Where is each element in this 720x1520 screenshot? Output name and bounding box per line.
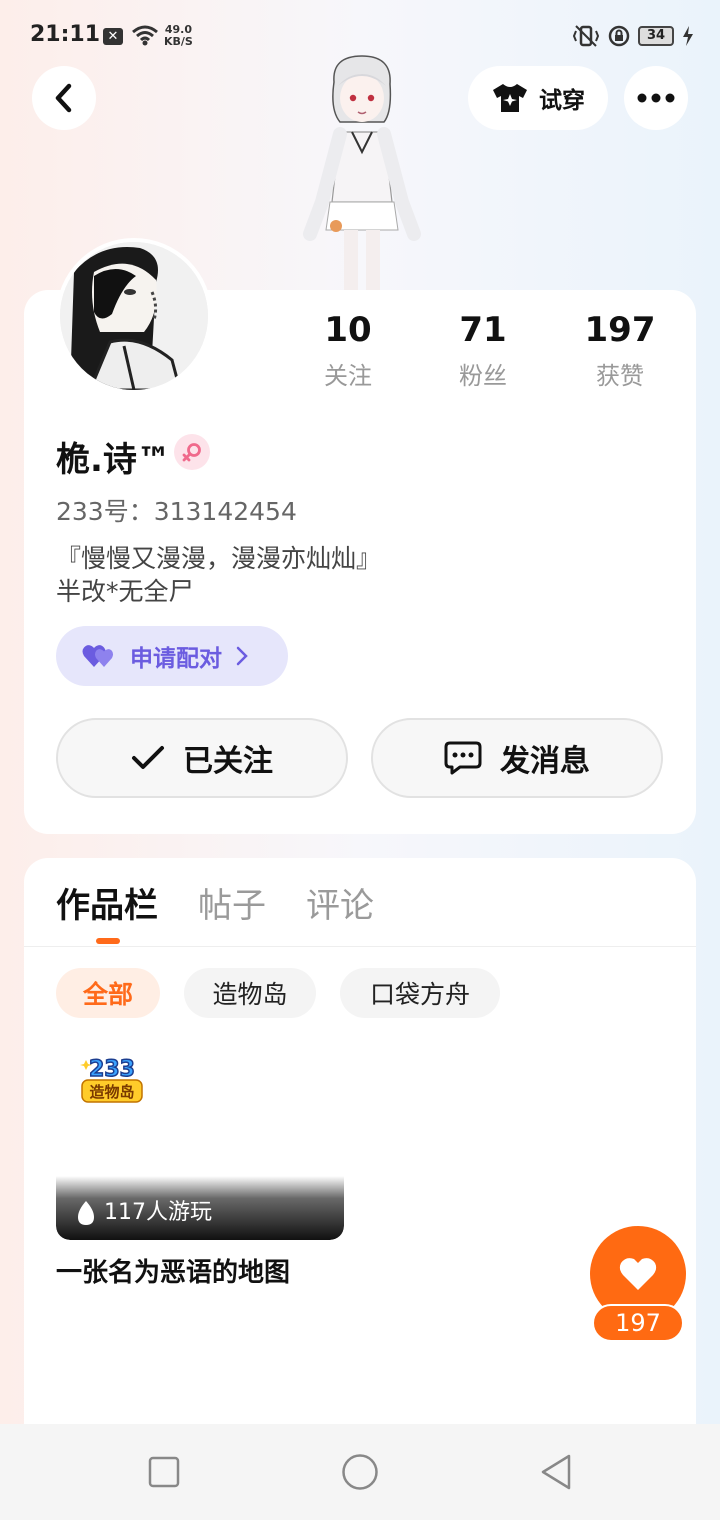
- svg-text:233: 233: [89, 1057, 135, 1082]
- fans-count: 71: [459, 310, 507, 350]
- triangle-back-icon: [541, 1454, 571, 1490]
- svg-text:造物岛: 造物岛: [89, 1083, 134, 1101]
- likes-label: 获赞: [596, 362, 644, 390]
- try-on-button[interactable]: 试穿: [468, 66, 608, 130]
- character-model-image: [303, 55, 421, 292]
- female-icon: [174, 434, 210, 470]
- work-card[interactable]: 233 造物岛 117人游玩: [56, 1040, 344, 1240]
- double-heart-icon: [82, 645, 113, 667]
- recents-button[interactable]: [144, 1452, 184, 1492]
- send-message-label: 发消息: [500, 744, 590, 779]
- creation-island-logo: 233 造物岛: [80, 1056, 143, 1103]
- status-time: 21:11: [30, 22, 101, 47]
- play-count-bar: 117人游玩: [56, 1176, 344, 1240]
- try-on-label: 试穿: [539, 88, 585, 114]
- stat-following[interactable]: 10 关注: [288, 310, 408, 391]
- nickname: 桅.诗™: [56, 440, 171, 480]
- lock-rotation-icon: [608, 25, 630, 47]
- following-button-label: 已关注: [183, 744, 273, 779]
- checkmark-icon: [132, 746, 164, 769]
- avatar[interactable]: [56, 238, 212, 394]
- flame-icon: [78, 1201, 94, 1225]
- system-nav-bar: [0, 1424, 720, 1520]
- pair-request-label: 申请配对: [130, 646, 222, 672]
- wifi-icon: [132, 25, 158, 46]
- net-speed: 49.0 KB/S: [164, 23, 193, 48]
- more-dots-icon: [637, 93, 675, 103]
- square-icon: [148, 1456, 180, 1488]
- chevron-right-icon: [236, 646, 248, 666]
- avatar-image: [60, 242, 208, 390]
- filter-pocket-ark[interactable]: 口袋方舟: [340, 968, 500, 1018]
- chevron-left-icon: [55, 83, 72, 113]
- bio-line-1: 『慢慢又漫漫，漫漫亦灿灿』: [56, 544, 382, 573]
- work-title[interactable]: 一张名为恶语的地图: [56, 1252, 290, 1289]
- like-count: 197: [592, 1304, 684, 1342]
- tab-works[interactable]: 作品栏: [56, 878, 158, 927]
- vibrate-icon: [572, 25, 600, 47]
- fans-label: 粉丝: [459, 362, 507, 390]
- back-nav-button[interactable]: [536, 1452, 576, 1492]
- bio-line-2: 半改*无全尸: [56, 577, 194, 606]
- stat-likes[interactable]: 197 获赞: [560, 310, 680, 391]
- circle-icon: [342, 1454, 378, 1490]
- chat-bubble-icon: [444, 741, 482, 775]
- home-button[interactable]: [340, 1452, 380, 1492]
- tab-comments[interactable]: 评论: [306, 878, 374, 927]
- following-label: 关注: [324, 362, 372, 390]
- likes-count: 197: [584, 310, 656, 350]
- filter-creation-island[interactable]: 造物岛: [184, 968, 316, 1018]
- send-message-button[interactable]: 发消息: [371, 718, 663, 798]
- charging-icon: [683, 26, 693, 46]
- following-count: 10: [324, 310, 372, 350]
- play-count: 117人游玩: [104, 1200, 212, 1225]
- tab-posts[interactable]: 帖子: [198, 878, 266, 927]
- user-id: 233号：313142454: [56, 497, 297, 526]
- back-button[interactable]: [32, 66, 96, 130]
- notification-x-icon: ✕: [103, 28, 123, 45]
- tab-indicator: [96, 938, 120, 944]
- filter-all[interactable]: 全部: [56, 968, 160, 1018]
- following-button[interactable]: 已关注: [56, 718, 348, 798]
- pair-request-button[interactable]: 申请配对: [56, 626, 288, 686]
- heart-icon: [619, 1258, 657, 1290]
- stat-fans[interactable]: 71 粉丝: [423, 310, 543, 391]
- battery-indicator: 34: [638, 26, 674, 46]
- bio: 『慢慢又漫漫，漫漫亦灿灿』 半改*无全尸: [56, 542, 381, 608]
- divider: [24, 946, 696, 947]
- more-button[interactable]: [624, 66, 688, 130]
- shirt-icon: [493, 84, 527, 112]
